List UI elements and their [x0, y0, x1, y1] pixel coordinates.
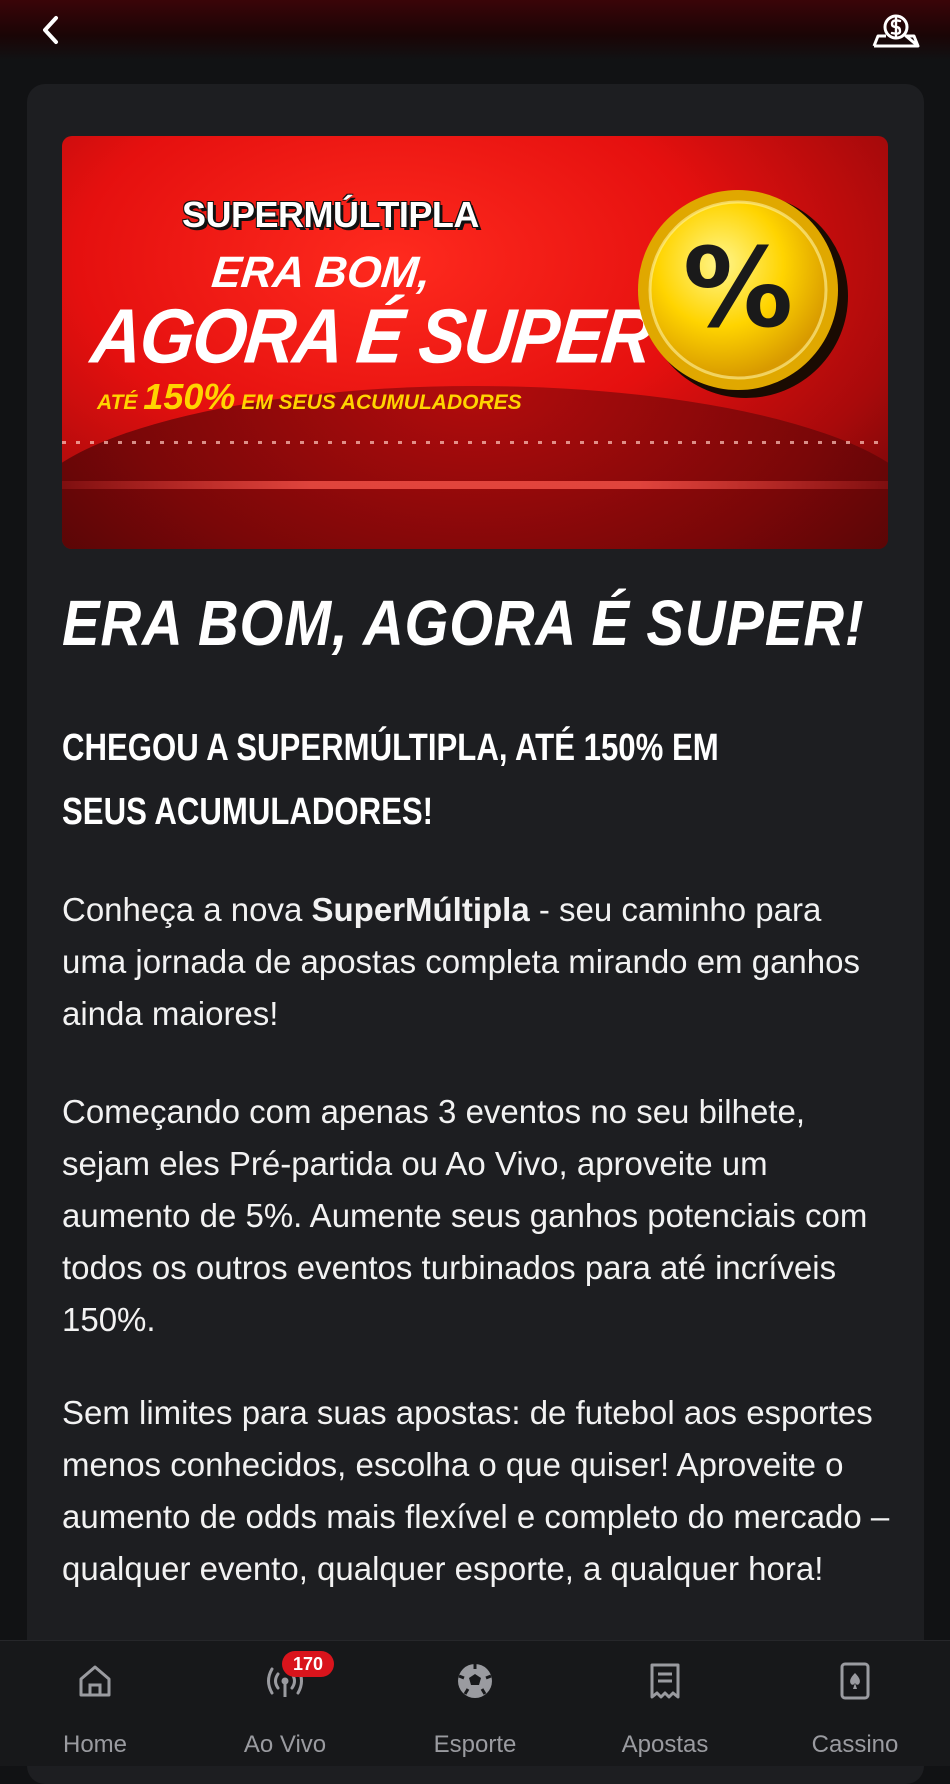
- nav-item-ao-vivo[interactable]: 170 Ao Vivo: [190, 1641, 380, 1766]
- banner-tagline: ATÉ 150% EM SEUS ACUMULADORES: [97, 376, 522, 418]
- chevron-left-icon: [43, 16, 58, 44]
- article-paragraph-3: Sem limites para suas apostas: de futebo…: [62, 1394, 890, 1587]
- nav-label-apostas: Apostas: [621, 1731, 709, 1758]
- article-subtitle: CHEGOU A SUPERMÚLTIPLA, ATÉ 150% EM SEUS…: [62, 727, 719, 833]
- article-title: ERA BOM, AGORA É SUPER!: [62, 587, 865, 659]
- coin-symbol: %: [683, 224, 793, 352]
- paragraph-1-bold: SuperMúltipla: [311, 891, 530, 928]
- stadium-glow: [62, 481, 888, 489]
- wallet-button[interactable]: [870, 10, 922, 50]
- nav-label-cassino: Cassino: [811, 1731, 899, 1758]
- promo-card: SUPERMÚLTIPLA ERA BOM, AGORA É SUPER ATÉ…: [27, 84, 924, 1784]
- banner-tagline-prefix: ATÉ: [97, 391, 138, 414]
- playing-card-icon: [840, 1662, 870, 1700]
- top-bar: [0, 0, 950, 60]
- banner-headline-1: ERA BOM,: [209, 248, 434, 297]
- article-paragraph-2: Começando com apenas 3 eventos no seu bi…: [62, 1093, 868, 1338]
- promo-banner[interactable]: SUPERMÚLTIPLA ERA BOM, AGORA É SUPER ATÉ…: [62, 136, 888, 549]
- banner-tagline-percent: 150%: [143, 376, 236, 417]
- money-bag-icon: [872, 14, 920, 48]
- nav-label-home: Home: [62, 1731, 128, 1758]
- nav-item-cassino[interactable]: Cassino: [760, 1641, 950, 1766]
- soccer-ball-icon: [458, 1664, 492, 1698]
- nav-item-apostas[interactable]: Apostas: [570, 1641, 760, 1766]
- nav-label-esporte: Esporte: [433, 1731, 517, 1758]
- home-icon: [79, 1665, 111, 1697]
- percent-coin-icon: %: [638, 190, 848, 398]
- back-button[interactable]: [34, 12, 70, 48]
- banner-brand: SUPERMÚLTIPLA: [182, 194, 479, 235]
- bottom-navigation: Home 170 Ao Vivo Esporte Apostas Cassino: [0, 1640, 950, 1766]
- nav-label-ao-vivo: Ao Vivo: [243, 1731, 327, 1758]
- article-paragraph-1: Conheça a nova SuperMúltipla - seu camin…: [62, 884, 892, 1040]
- paragraph-1-start: Conheça a nova: [62, 891, 312, 928]
- bet-slip-icon: [650, 1663, 680, 1699]
- banner-headline-2: AGORA É SUPER: [87, 293, 656, 379]
- live-count-badge: 170: [282, 1651, 334, 1677]
- stadium-lights: [62, 441, 888, 444]
- nav-item-home[interactable]: Home: [0, 1641, 190, 1766]
- banner-tagline-suffix: EM SEUS ACUMULADORES: [241, 391, 522, 414]
- nav-item-esporte[interactable]: Esporte: [380, 1641, 570, 1766]
